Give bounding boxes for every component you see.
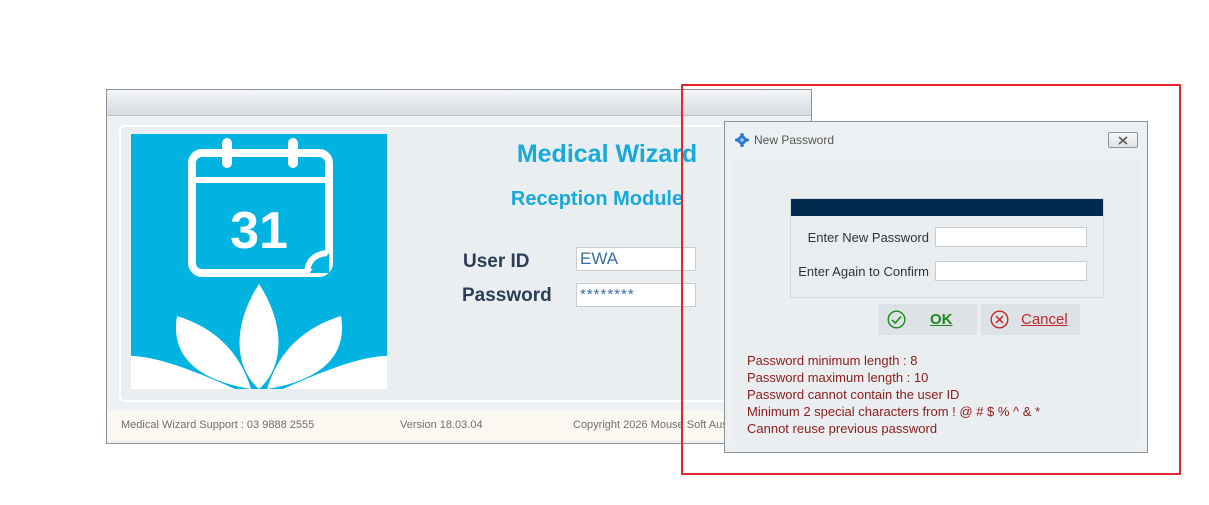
password-label: Password	[462, 285, 552, 306]
highlight-box	[681, 84, 1181, 475]
version-text: Version 18.03.04	[400, 419, 483, 431]
password-input[interactable]: ********	[576, 283, 696, 307]
support-text: Medical Wizard Support : 03 9888 2555	[121, 419, 315, 431]
calendar-day-number: 31	[230, 202, 288, 260]
calendar-lotus-icon: 31	[131, 138, 387, 389]
app-logo: 31	[131, 134, 387, 389]
user-id-label: User ID	[463, 251, 530, 272]
user-id-input[interactable]: EWA	[576, 247, 696, 271]
module-title: Reception Module	[510, 188, 684, 210]
